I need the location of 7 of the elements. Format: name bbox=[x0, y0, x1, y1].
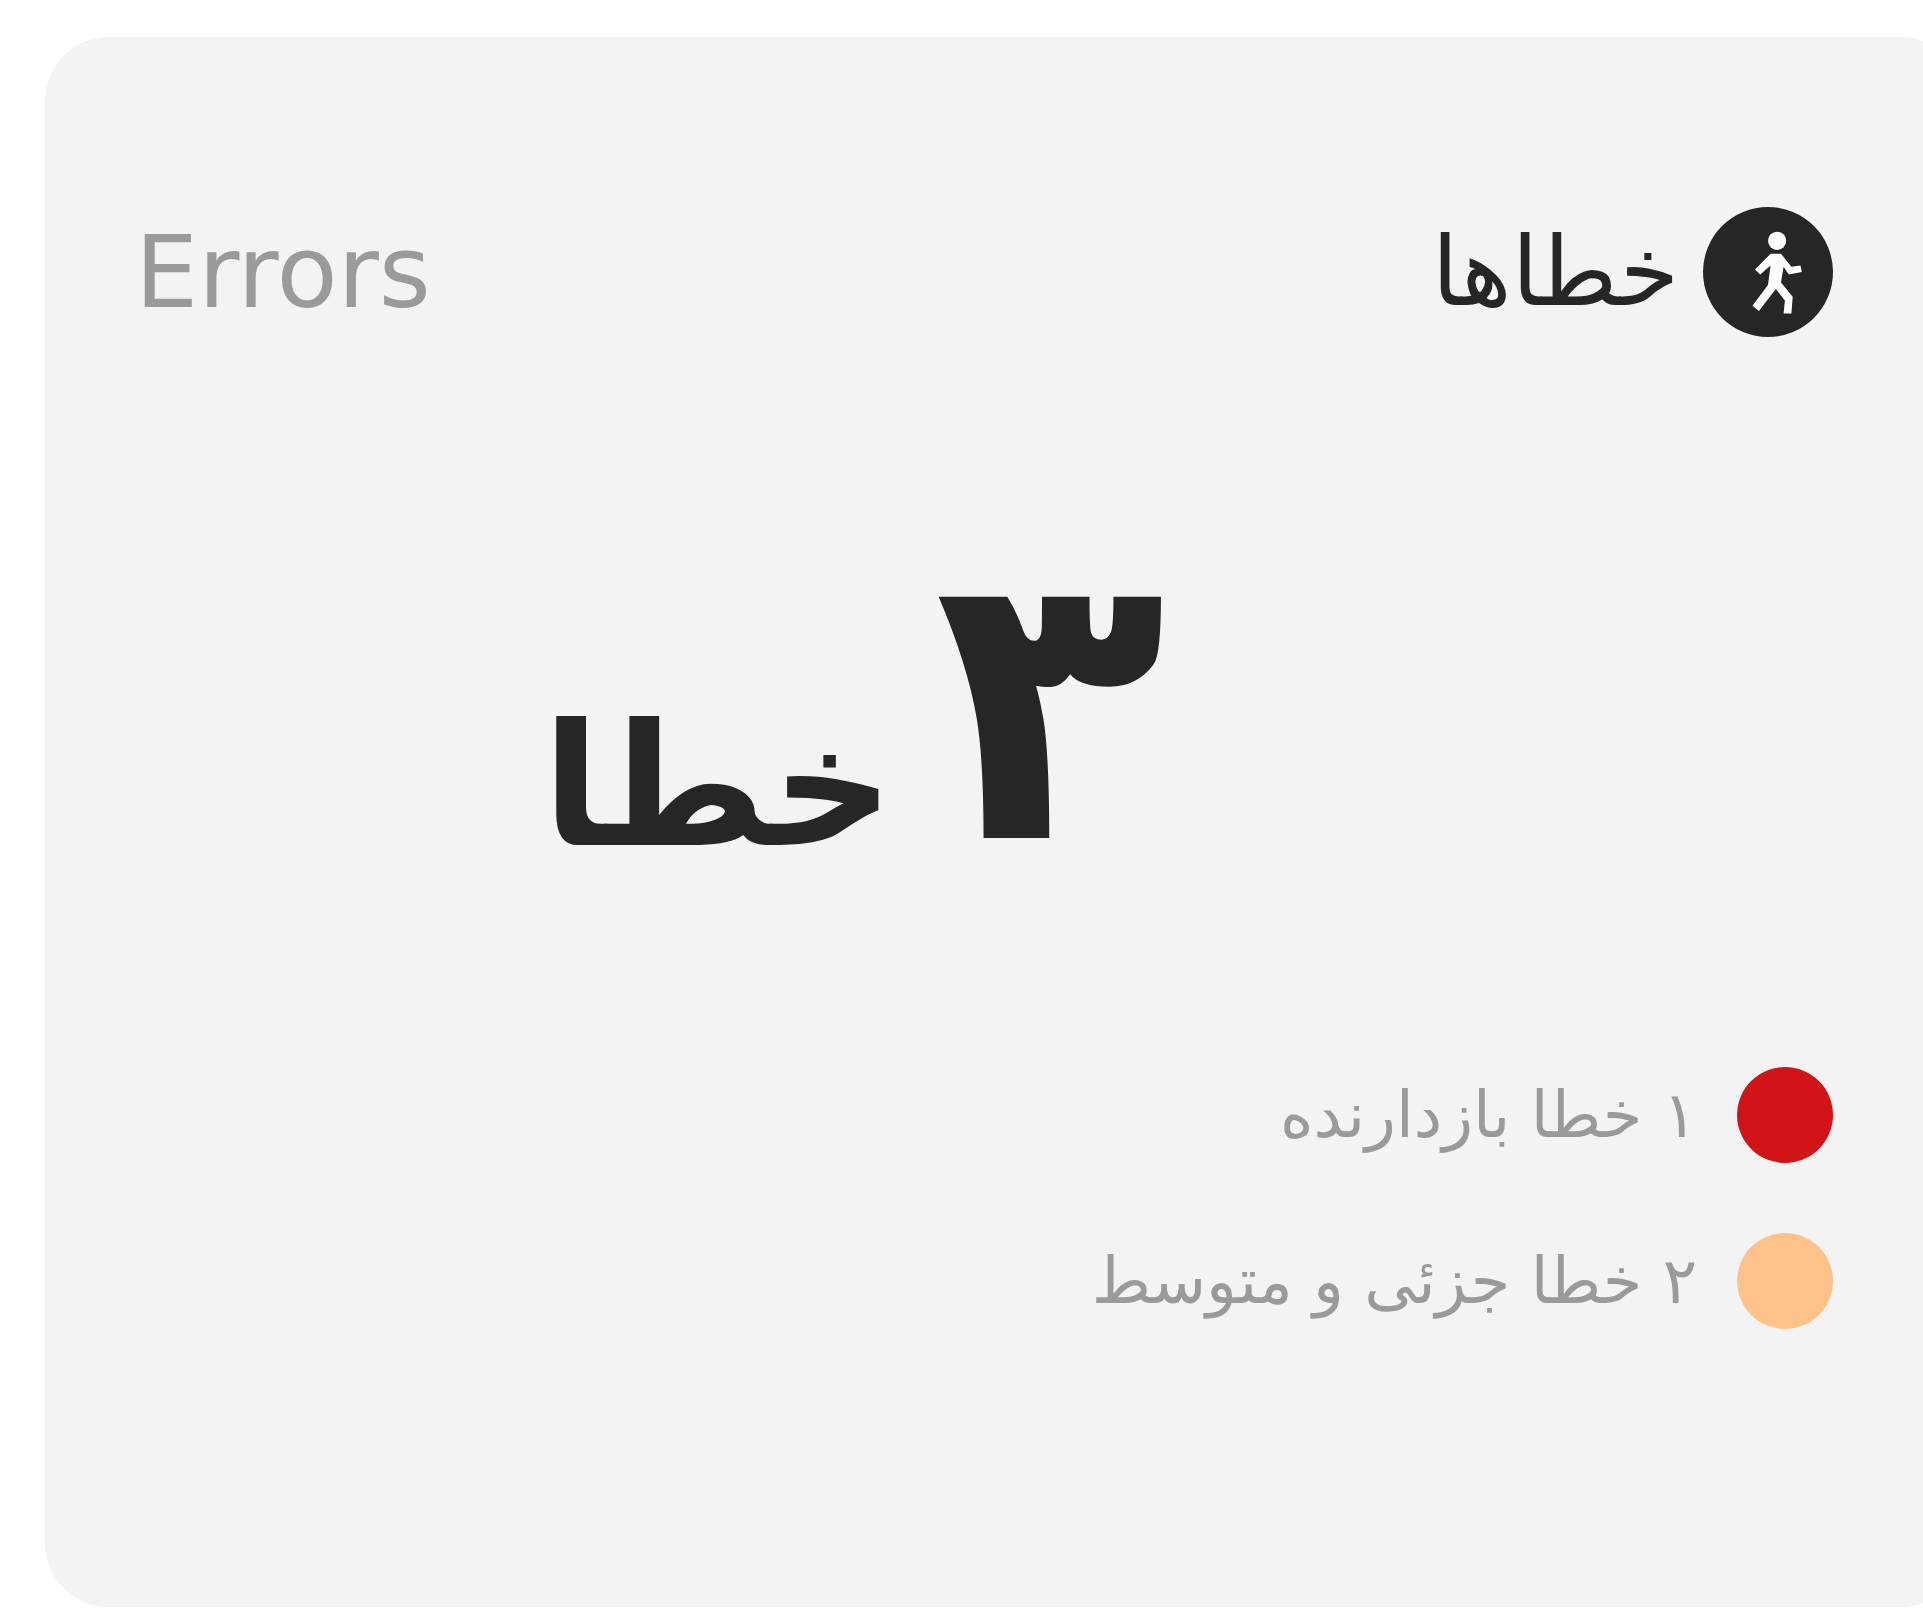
card-subtitle: Errors bbox=[135, 213, 431, 331]
running-person-icon bbox=[1703, 207, 1833, 337]
count-unit: خطا bbox=[542, 686, 894, 887]
error-count: ۳ bbox=[934, 517, 1166, 897]
legend-label: ۲ خطا جزئی و متوسط bbox=[1091, 1244, 1697, 1318]
legend-label: ۱ خطا بازدارنده bbox=[1280, 1078, 1697, 1152]
card-title: خطاها bbox=[1431, 216, 1679, 328]
